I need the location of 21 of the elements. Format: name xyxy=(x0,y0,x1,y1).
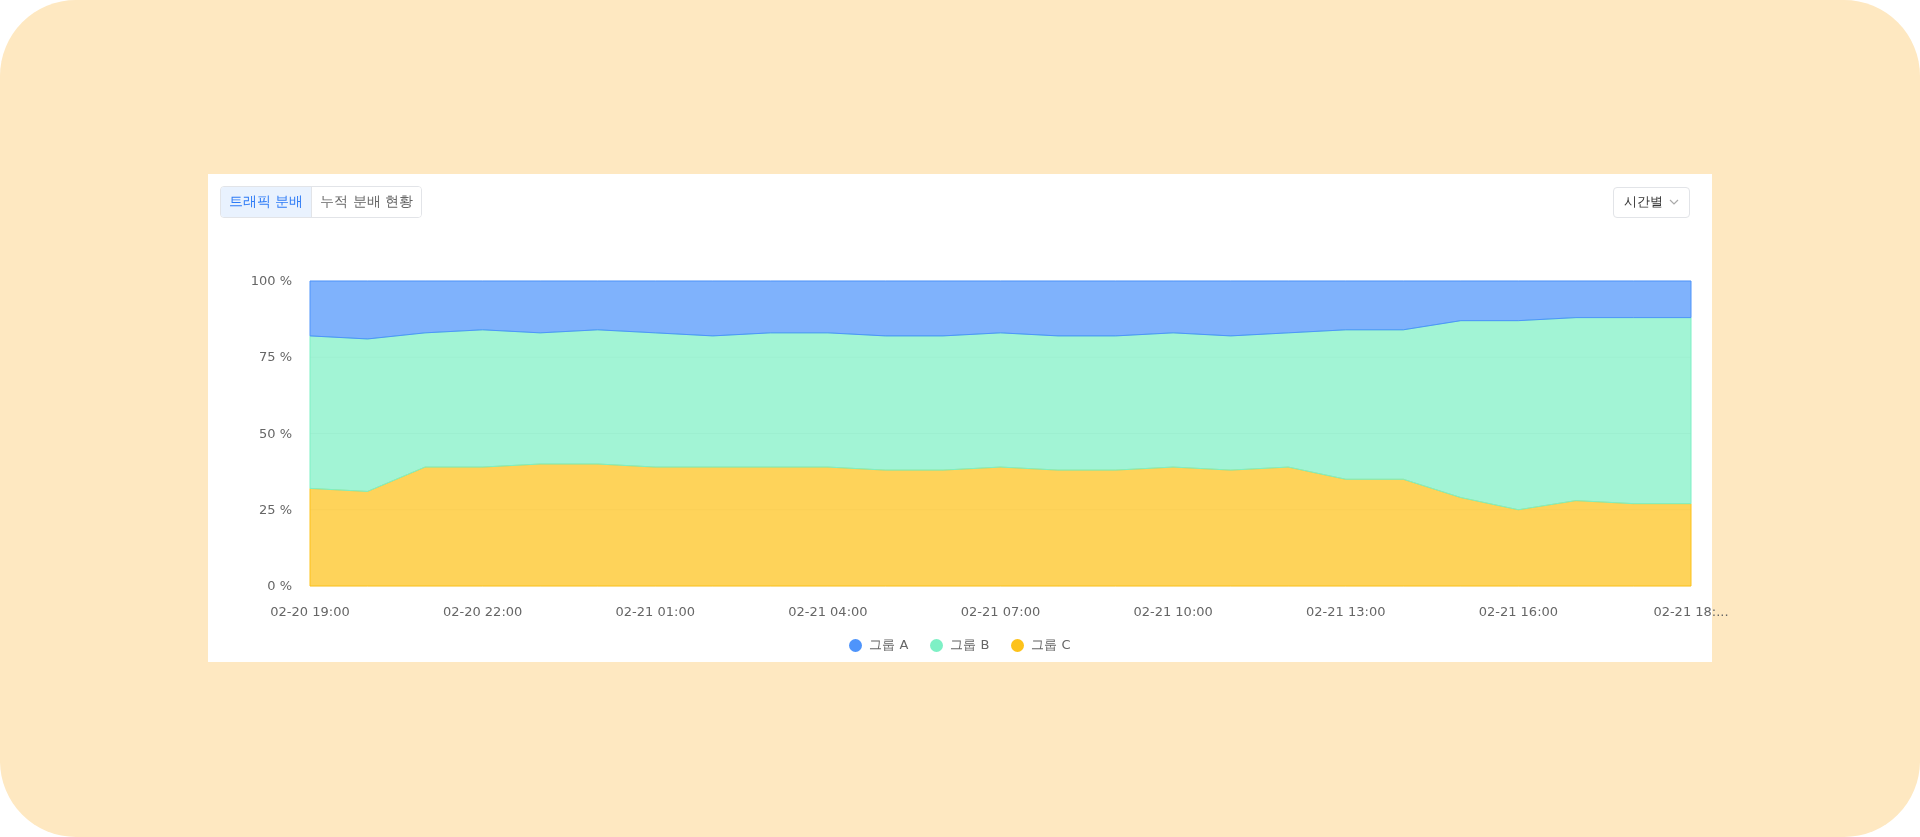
y-axis-label: 0 % xyxy=(267,578,292,593)
x-axis-label: 02-21 13:00 xyxy=(1306,604,1386,619)
x-axis-label: 02-21 18:... xyxy=(1653,604,1729,619)
chart-tab[interactable]: 누적 분배 현황 xyxy=(311,187,422,217)
chevron-down-icon xyxy=(1669,199,1679,205)
x-axis-label: 02-21 10:00 xyxy=(1133,604,1213,619)
x-axis-label: 02-21 16:00 xyxy=(1478,604,1559,619)
y-axis-label: 50 % xyxy=(258,425,292,441)
chart-tab[interactable]: 트래픽 분배 xyxy=(221,187,312,217)
x-axis-label: 02-21 07:00 xyxy=(960,604,1041,619)
legend-label: 그룹 A xyxy=(869,636,909,654)
x-axis-label: 02-20 22:00 xyxy=(442,604,523,619)
legend-label: 그룹 B xyxy=(950,636,990,654)
x-axis-label: 02-21 01:00 xyxy=(615,604,695,619)
y-axis-label: 100 % xyxy=(250,273,292,288)
y-axis-label: 75 % xyxy=(258,349,292,365)
y-axis-label: 25 % xyxy=(258,501,292,517)
x-axis-label: 02-20 19:00 xyxy=(270,604,350,619)
x-axis-label: 02-21 04:00 xyxy=(788,604,868,619)
period-dropdown[interactable]: 시간별 xyxy=(1613,186,1690,218)
legend-label: 그룹 C xyxy=(1031,636,1071,654)
